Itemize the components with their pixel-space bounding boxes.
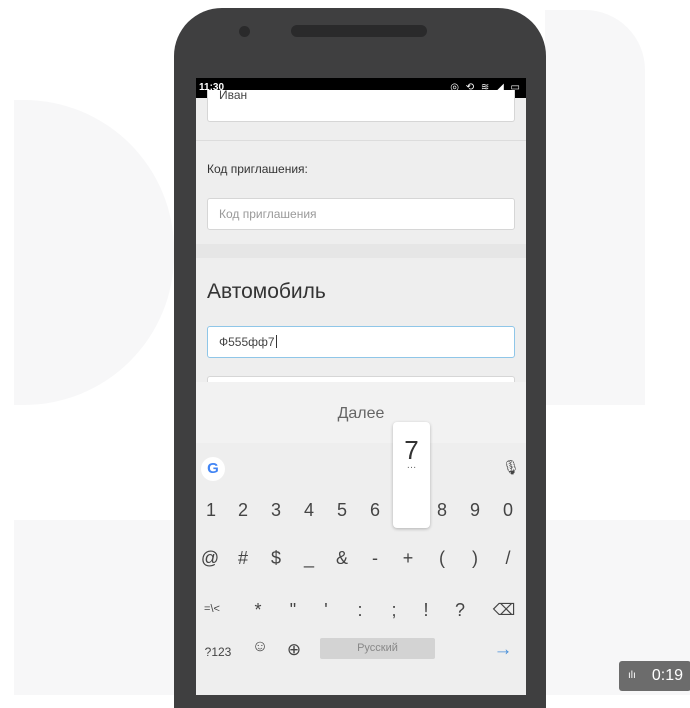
emoji-icon[interactable]: ☺: [248, 638, 272, 656]
space-bar[interactable]: Русский: [320, 638, 435, 659]
key-plus[interactable]: +: [396, 548, 420, 569]
key-single-quote[interactable]: ': [314, 600, 338, 621]
key-question[interactable]: ?: [448, 600, 472, 621]
key-paren-open[interactable]: (: [430, 548, 454, 569]
key-more-symbols[interactable]: =\<: [200, 603, 224, 615]
key-double-quote[interactable]: ": [281, 600, 305, 621]
car-number-value: Ф555фф7: [219, 335, 275, 349]
key-mode-switch[interactable]: ?123: [201, 645, 235, 659]
keyboard: Далее G 🎙 1 2 3 4 5 6 8 9 0 @ # $ _ & - …: [196, 382, 526, 695]
front-camera: [239, 26, 250, 37]
keyboard-row-numbers: 1 2 3 4 5 6 8 9 0: [196, 500, 526, 530]
key-0[interactable]: 0: [496, 500, 520, 521]
key-minus[interactable]: -: [363, 548, 387, 569]
enter-arrow-icon[interactable]: →: [491, 639, 515, 661]
keyboard-row-bottom: ?123 ☺ ⊕ Русский →: [196, 382, 526, 660]
invite-code-placeholder: Код приглашения: [219, 207, 317, 221]
key-paren-close[interactable]: ): [463, 548, 487, 569]
invite-code-label: Код приглашения:: [207, 162, 308, 176]
key-3[interactable]: 3: [264, 500, 288, 521]
keyboard-row-more-symbols: =\< * " ' : ; ! ? ⌫: [196, 600, 526, 630]
key-4[interactable]: 4: [297, 500, 321, 521]
video-timer-badge: ılı 0:19: [619, 661, 690, 691]
phone-screen: 11:30 ◎ ⟲ ≋ ◢ ▭ Иван Код приглашения: Ко…: [196, 78, 526, 695]
name-field-value: Иван: [219, 88, 248, 102]
background-shape-left: [14, 100, 174, 405]
earpiece-speaker: [291, 25, 427, 37]
key-at[interactable]: @: [198, 548, 222, 569]
google-icon[interactable]: G: [201, 457, 225, 481]
key-preview-ellipsis: …: [406, 460, 417, 471]
key-semicolon[interactable]: ;: [382, 600, 406, 621]
name-field[interactable]: Иван: [207, 88, 515, 122]
key-1[interactable]: 1: [199, 500, 223, 521]
background-shape-bottom: [14, 520, 174, 695]
key-ampersand[interactable]: &: [330, 548, 354, 569]
backspace-icon[interactable]: ⌫: [492, 600, 516, 620]
invite-code-input[interactable]: Код приглашения: [207, 198, 515, 230]
text-caret: [275, 335, 277, 348]
key-preview-popup: 7 …: [393, 422, 430, 528]
key-hash[interactable]: #: [231, 548, 255, 569]
key-colon[interactable]: :: [348, 600, 372, 621]
section-divider: [196, 244, 526, 258]
key-slash[interactable]: /: [496, 548, 520, 569]
car-number-input[interactable]: Ф555фф7: [207, 326, 515, 358]
section-title-car: Автомобиль: [207, 280, 326, 303]
key-5[interactable]: 5: [330, 500, 354, 521]
key-dollar[interactable]: $: [264, 548, 288, 569]
key-asterisk[interactable]: *: [246, 600, 270, 621]
key-9[interactable]: 9: [463, 500, 487, 521]
bars-icon: ılı: [628, 670, 636, 681]
mic-icon[interactable]: 🎙: [499, 459, 523, 476]
key-underscore[interactable]: _: [297, 548, 321, 569]
keyboard-row-symbols: @ # $ _ & - + ( ) /: [196, 548, 526, 578]
key-2[interactable]: 2: [231, 500, 255, 521]
video-time: 0:19: [651, 667, 683, 684]
key-exclamation[interactable]: !: [414, 600, 438, 621]
key-6[interactable]: 6: [363, 500, 387, 521]
divider: [196, 140, 526, 141]
key-8[interactable]: 8: [430, 500, 454, 521]
globe-icon[interactable]: ⊕: [282, 640, 306, 660]
background-shape-right: [545, 10, 645, 405]
